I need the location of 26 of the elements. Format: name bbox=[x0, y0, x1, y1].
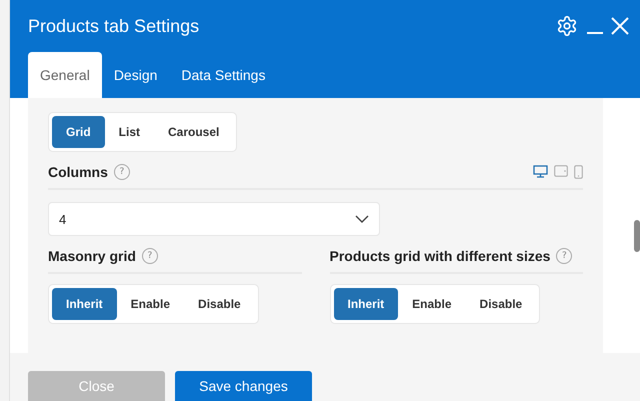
toggle-option[interactable]: Enable bbox=[398, 288, 466, 320]
save-button[interactable]: Save changes bbox=[175, 371, 312, 401]
tab[interactable]: Design bbox=[102, 52, 170, 98]
toggle-option[interactable]: Enable bbox=[116, 288, 184, 320]
columns-label: Columns bbox=[48, 164, 108, 180]
scrollbar-thumb[interactable] bbox=[634, 220, 640, 252]
close-icon[interactable] bbox=[610, 16, 630, 36]
toggle-option[interactable]: Inherit bbox=[334, 288, 398, 320]
tab[interactable]: General bbox=[28, 52, 102, 98]
help-icon[interactable]: ? bbox=[114, 164, 130, 180]
layout-option[interactable]: Grid bbox=[52, 116, 105, 148]
setting-label: Masonry grid bbox=[48, 248, 136, 264]
layout-option[interactable]: Carousel bbox=[154, 116, 234, 148]
window-title: Products tab Settings bbox=[28, 16, 200, 36]
desktop-icon[interactable] bbox=[533, 165, 548, 178]
help-icon[interactable]: ? bbox=[556, 248, 572, 264]
setting-label: Products grid with different sizes bbox=[330, 248, 550, 264]
toggle-option[interactable]: Inherit bbox=[52, 288, 117, 320]
columns-select[interactable]: 4 bbox=[48, 202, 380, 236]
layout-option[interactable]: List bbox=[104, 116, 154, 148]
tab[interactable]: Data Settings bbox=[169, 52, 278, 98]
toggle-option[interactable]: Disable bbox=[184, 288, 255, 320]
chevron-down-icon bbox=[355, 215, 369, 223]
help-icon[interactable]: ? bbox=[142, 248, 158, 264]
settings-icon[interactable] bbox=[556, 15, 578, 37]
toggle-option[interactable]: Disable bbox=[466, 288, 536, 320]
